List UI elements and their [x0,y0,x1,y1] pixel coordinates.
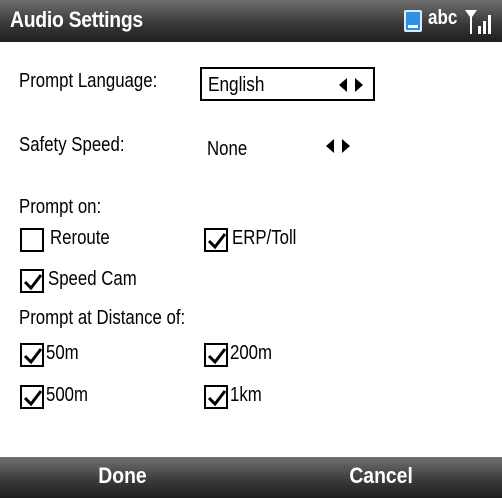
distance-1km-label: 1km [230,384,262,406]
arrow-left-icon[interactable] [326,139,334,153]
distance-50m-label: 50m [46,342,79,364]
page-title: Audio Settings [10,7,143,32]
distance-200m-label: 200m [230,342,273,364]
reroute-checkbox[interactable] [20,228,44,252]
done-button[interactable]: Done [98,463,146,489]
check-icon [207,348,227,365]
signal-strength-icon[interactable] [464,8,494,36]
prompt-distance-heading: Prompt at Distance of: [19,307,186,329]
erp-toll-label: ERP/Toll [232,227,297,249]
distance-500m-label: 500m [46,384,89,406]
document-icon[interactable] [404,10,422,32]
title-bar: Audio Settings abc [0,0,502,42]
distance-50m-checkbox[interactable] [20,343,44,367]
check-icon [207,233,227,250]
safety-speed-label: Safety Speed: [19,134,125,156]
safety-speed-arrows [326,139,350,153]
reroute-label: Reroute [50,227,110,249]
status-area: abc [404,4,496,38]
prompt-language-selector[interactable]: English [200,67,375,101]
check-icon [23,274,43,291]
check-icon [23,390,43,407]
prompt-language-label: Prompt Language: [19,70,158,92]
arrow-right-icon[interactable] [355,78,363,92]
distance-200m-checkbox[interactable] [204,343,228,367]
softkey-bar: Done Cancel [0,457,502,498]
check-icon [23,348,43,365]
cancel-button[interactable]: Cancel [349,463,412,489]
arrow-right-icon[interactable] [342,139,350,153]
arrow-left-icon[interactable] [339,78,347,92]
check-icon [207,390,227,407]
input-mode-indicator[interactable]: abc [428,7,457,30]
prompt-language-value: English [208,74,265,96]
prompt-on-heading: Prompt on: [19,196,102,218]
distance-500m-checkbox[interactable] [20,385,44,409]
prompt-language-arrows [339,78,363,92]
erp-toll-checkbox[interactable] [204,228,228,252]
speed-cam-checkbox[interactable] [20,269,44,293]
safety-speed-value[interactable]: None [207,138,247,161]
distance-1km-checkbox[interactable] [204,385,228,409]
speed-cam-label: Speed Cam [48,268,137,290]
